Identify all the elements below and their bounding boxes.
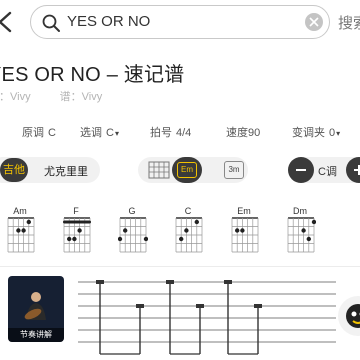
chevron-down-icon: ▾ [114, 129, 119, 138]
artist-label: 词：Vivy [0, 91, 31, 103]
search-icon [42, 14, 60, 32]
search-input[interactable] [67, 6, 287, 38]
tempo-setting: 速度90 [226, 127, 261, 139]
original-key-setting: 原调 C [22, 127, 56, 139]
rhythm-video-thumbnail[interactable]: 节奏讲解 [8, 276, 64, 342]
time-signature-setting: 拍号 4/4 [150, 127, 192, 139]
key-up-button[interactable] [346, 157, 360, 183]
ukulele-tab[interactable]: 尤克里里 [44, 163, 88, 179]
chord-diagrams: Am F G C Em Dm [0, 206, 360, 258]
settings-row: 原调 C 选调 C▾ 拍号 4/4 速度90 变调夹 0▾ [0, 120, 360, 142]
capo-setting[interactable]: 变调夹 0▾ [292, 124, 340, 140]
chevron-down-icon: ▾ [336, 129, 341, 138]
chord-name-toggle[interactable]: Em [172, 157, 202, 183]
video-label: 节奏讲解 [8, 328, 64, 342]
back-arrow-icon[interactable] [0, 10, 14, 34]
chord-diagram[interactable]: G [112, 206, 152, 258]
song-meta: 词：Vivy 谱：Vivy [0, 88, 102, 104]
search-row: 搜索 [0, 0, 360, 44]
current-key-label: C调 [318, 166, 337, 178]
tab-staff [78, 280, 336, 355]
composer-label: 谱：Vivy [59, 91, 103, 103]
control-row: 吉他 尤克里里 Em 3m C调 [0, 156, 360, 186]
song-title: YES OR NO – 速记谱 [0, 64, 185, 86]
chord-diagram[interactable]: Em [224, 206, 264, 258]
search-box[interactable] [30, 5, 330, 39]
chord-diagram[interactable]: Am [0, 206, 40, 258]
guitarist-figure-icon [24, 292, 46, 320]
clear-icon[interactable] [305, 13, 323, 31]
search-button[interactable]: 搜索 [338, 12, 360, 33]
guitar-tab[interactable]: 吉他 [0, 158, 28, 182]
chord-view-switch: Em 3m [138, 157, 248, 183]
chord-diagram[interactable]: F [56, 206, 96, 258]
divider [0, 266, 360, 267]
degree-view-toggle[interactable]: 3m [224, 161, 244, 179]
chord-diagram[interactable]: Dm [280, 206, 320, 258]
chord-diagram[interactable]: C [168, 206, 208, 258]
select-key-setting[interactable]: 选调 C▾ [80, 124, 119, 140]
key-control: C调 [288, 157, 360, 183]
assistant-avatar-icon[interactable] [338, 296, 360, 336]
chord-grid-icon[interactable] [148, 160, 170, 180]
key-down-button[interactable] [288, 157, 314, 183]
instrument-switch: 吉他 尤克里里 [0, 157, 100, 183]
